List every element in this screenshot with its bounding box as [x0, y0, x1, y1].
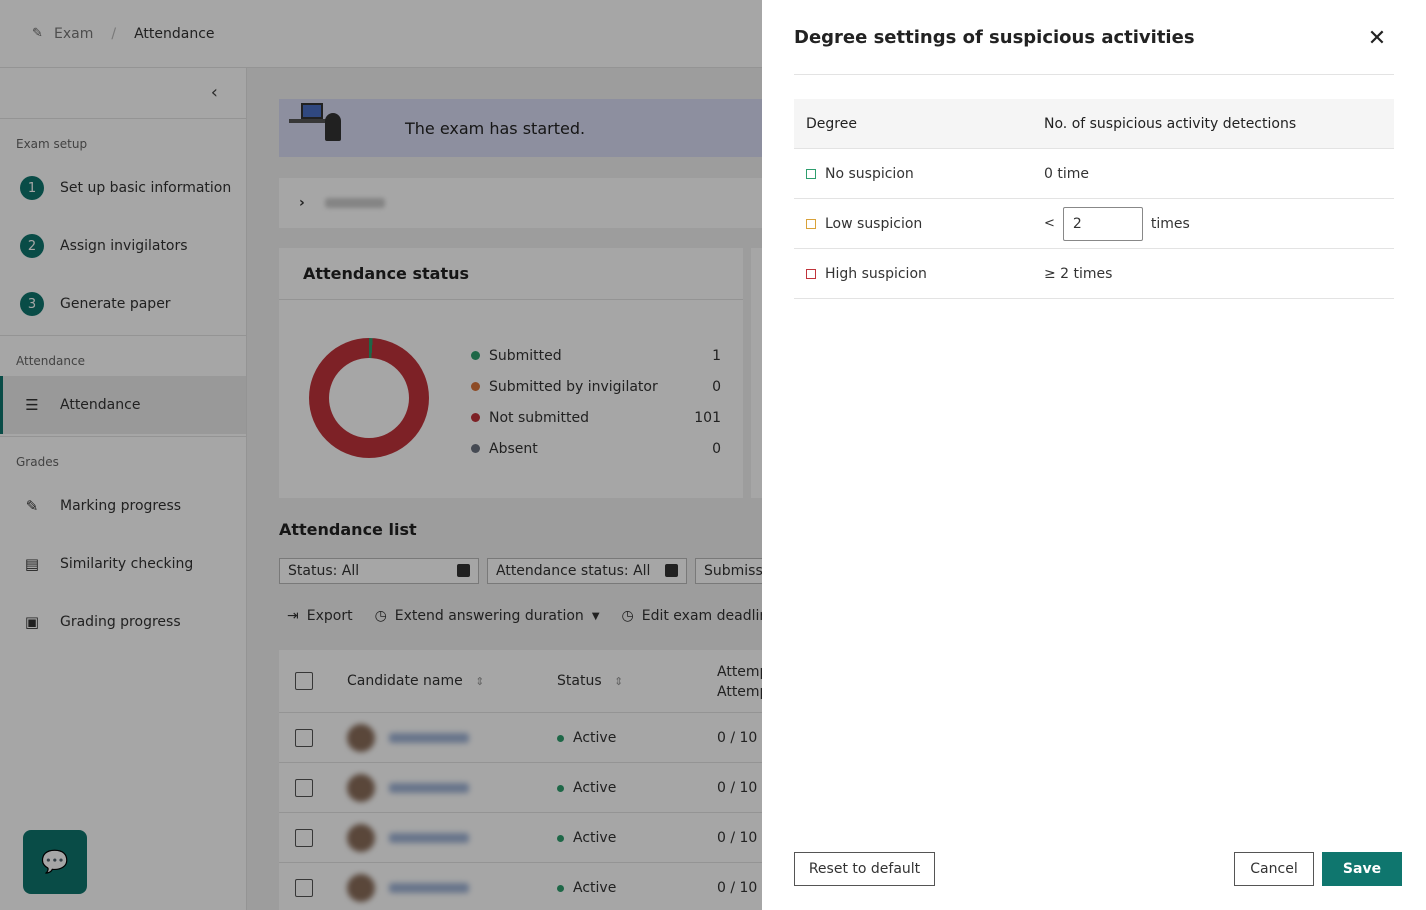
save-button[interactable]: Save	[1322, 852, 1402, 886]
detections-cell: ≥ 2 times	[1044, 265, 1113, 282]
drawer-header: Degree settings of suspicious activities…	[794, 0, 1394, 75]
cancel-button[interactable]: Cancel	[1234, 852, 1314, 886]
close-icon[interactable]: ✕	[1366, 28, 1388, 50]
degree-row-low-suspicion: Low suspicion < times	[794, 199, 1394, 249]
degree-table-header: Degree No. of suspicious activity detect…	[794, 99, 1394, 149]
no-suspicion-square-icon	[806, 168, 816, 179]
column-header-degree: Degree	[806, 115, 857, 132]
degree-cell: Low suspicion	[794, 216, 1044, 232]
reset-to-default-button[interactable]: Reset to default	[794, 852, 935, 886]
low-suspicion-square-icon	[806, 218, 816, 229]
degree-cell: No suspicion	[794, 166, 1044, 182]
detections-cell: 0 time	[1044, 165, 1089, 182]
unit-label: times	[1150, 215, 1190, 232]
degree-row-high-suspicion: High suspicion ≥ 2 times	[794, 249, 1394, 299]
column-header-detections: No. of suspicious activity detections	[1044, 115, 1297, 132]
degree-settings-drawer: Degree settings of suspicious activities…	[762, 0, 1426, 910]
degree-row-no-suspicion: No suspicion 0 time	[794, 149, 1394, 199]
less-than-sign: <	[1044, 216, 1055, 231]
degree-table: Degree No. of suspicious activity detect…	[794, 99, 1394, 299]
degree-label: Low suspicion	[825, 215, 923, 232]
degree-label: No suspicion	[825, 165, 914, 182]
high-suspicion-square-icon	[806, 268, 816, 279]
detections-cell: < times	[1044, 206, 1394, 241]
degree-cell: High suspicion	[794, 266, 1044, 282]
degree-label: High suspicion	[825, 265, 927, 282]
drawer-title: Degree settings of suspicious activities	[794, 26, 1195, 48]
low-suspicion-threshold-input[interactable]	[1062, 206, 1143, 241]
